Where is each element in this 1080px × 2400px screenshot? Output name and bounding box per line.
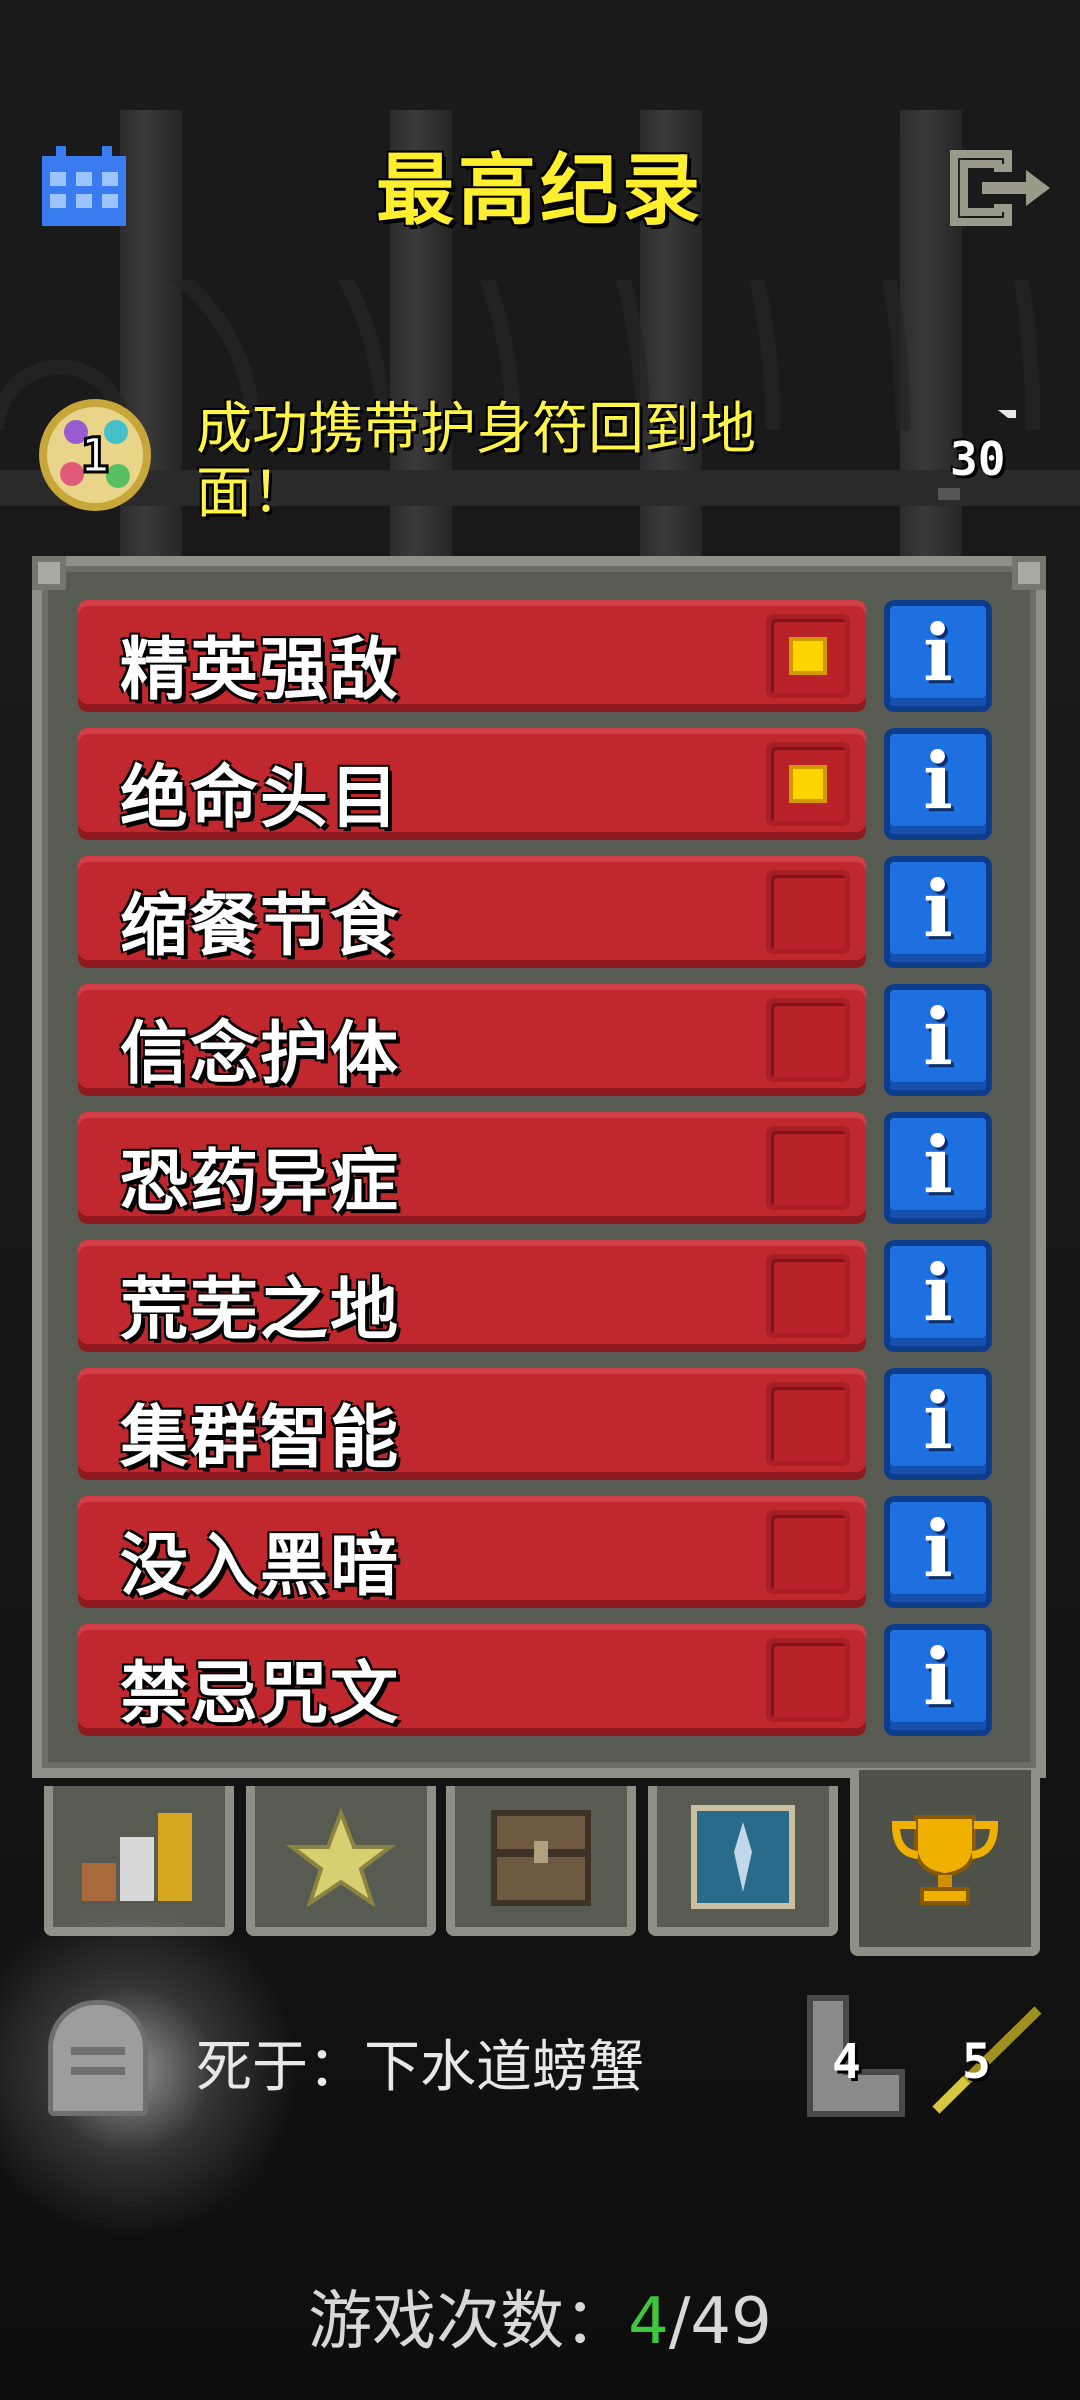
challenge-checkbox[interactable] xyxy=(766,1382,850,1466)
info-button[interactable]: i xyxy=(884,600,992,712)
challenge-row[interactable]: 荒芜之地 i xyxy=(78,1240,998,1352)
challenge-label: 集群智能 xyxy=(120,1399,401,1478)
challenge-row[interactable]: 缩餐节食 i xyxy=(78,856,998,968)
amulet-badge-icon[interactable]: 1 xyxy=(36,396,154,514)
games-total: /49 xyxy=(668,2285,772,2359)
info-button[interactable]: i xyxy=(884,1496,992,1608)
death-cause: 死于：下水道螃蟹 xyxy=(196,2035,644,2100)
challenge-checkbox[interactable] xyxy=(766,1510,850,1594)
challenge-label: 没入黑暗 xyxy=(120,1527,401,1606)
depth-value: 30 xyxy=(950,432,1006,486)
challenge-checkbox[interactable] xyxy=(766,1254,850,1338)
challenge-checkbox[interactable] xyxy=(766,870,850,954)
challenge-row[interactable]: 信念护体 i xyxy=(78,984,998,1096)
badge-description: 成功携带护身符回到地面！ xyxy=(196,397,756,526)
trophy-icon xyxy=(891,1814,999,1905)
depth-reached: 4 xyxy=(832,2034,861,2090)
panel-corner xyxy=(1012,556,1046,590)
challenge-label: 荒芜之地 xyxy=(120,1271,401,1350)
exit-icon[interactable] xyxy=(946,148,1056,228)
challenge-row[interactable]: 恐药异症 i xyxy=(78,1112,998,1224)
challenge-checkbox[interactable] xyxy=(766,742,850,826)
hero-level: 5 xyxy=(962,2034,991,2090)
stats-bars-icon xyxy=(82,1812,192,1901)
challenge-label: 缩餐节食 xyxy=(120,887,401,966)
challenge-checkbox[interactable] xyxy=(766,998,850,1082)
tab-journal[interactable] xyxy=(648,1786,838,1936)
challenge-row[interactable]: 没入黑暗 i xyxy=(78,1496,998,1608)
info-button[interactable]: i xyxy=(884,728,992,840)
games-current: 4 xyxy=(628,2285,669,2359)
checkbox-checked-mark xyxy=(789,765,827,803)
info-button[interactable]: i xyxy=(884,1112,992,1224)
challenge-label: 禁忌咒文 xyxy=(120,1655,401,1734)
challenge-label: 精英强敌 xyxy=(120,631,401,710)
panel-corner xyxy=(32,556,66,590)
challenge-row[interactable]: 绝命头目 i xyxy=(78,728,998,840)
tomb-engraving xyxy=(71,2067,125,2075)
info-button[interactable]: i xyxy=(884,856,992,968)
challenge-checkbox[interactable] xyxy=(766,1638,850,1722)
star-icon xyxy=(286,1806,396,1907)
badge-number: 1 xyxy=(81,428,110,484)
challenge-label: 恐药异症 xyxy=(120,1143,401,1222)
challenge-row[interactable]: 禁忌咒文 i xyxy=(78,1624,998,1736)
chest-icon xyxy=(491,1809,591,1906)
info-button[interactable]: i xyxy=(884,1368,992,1480)
info-button[interactable]: i xyxy=(884,984,992,1096)
challenge-label: 信念护体 xyxy=(120,1015,401,1094)
page-title: 最高纪录 xyxy=(375,146,704,236)
challenge-checkbox[interactable] xyxy=(766,614,850,698)
games-label: 游戏次数： xyxy=(308,2285,629,2359)
challenge-row[interactable]: 精英强敌 i xyxy=(78,600,998,712)
games-played: 游戏次数：4/49 xyxy=(0,2270,1080,2362)
challenge-checkbox[interactable] xyxy=(766,1126,850,1210)
info-button[interactable]: i xyxy=(884,1240,992,1352)
checkbox-checked-mark xyxy=(789,637,827,675)
challenge-row[interactable]: 集群智能 i xyxy=(78,1368,998,1480)
challenge-label: 绝命头目 xyxy=(120,759,401,838)
info-button[interactable]: i xyxy=(884,1624,992,1736)
tab-rankings[interactable] xyxy=(850,1770,1040,1956)
badge-card-icon xyxy=(691,1804,795,1909)
tab-catalog[interactable] xyxy=(446,1786,636,1936)
tomb-engraving xyxy=(71,2047,125,2055)
tombstone-icon xyxy=(48,2000,148,2116)
